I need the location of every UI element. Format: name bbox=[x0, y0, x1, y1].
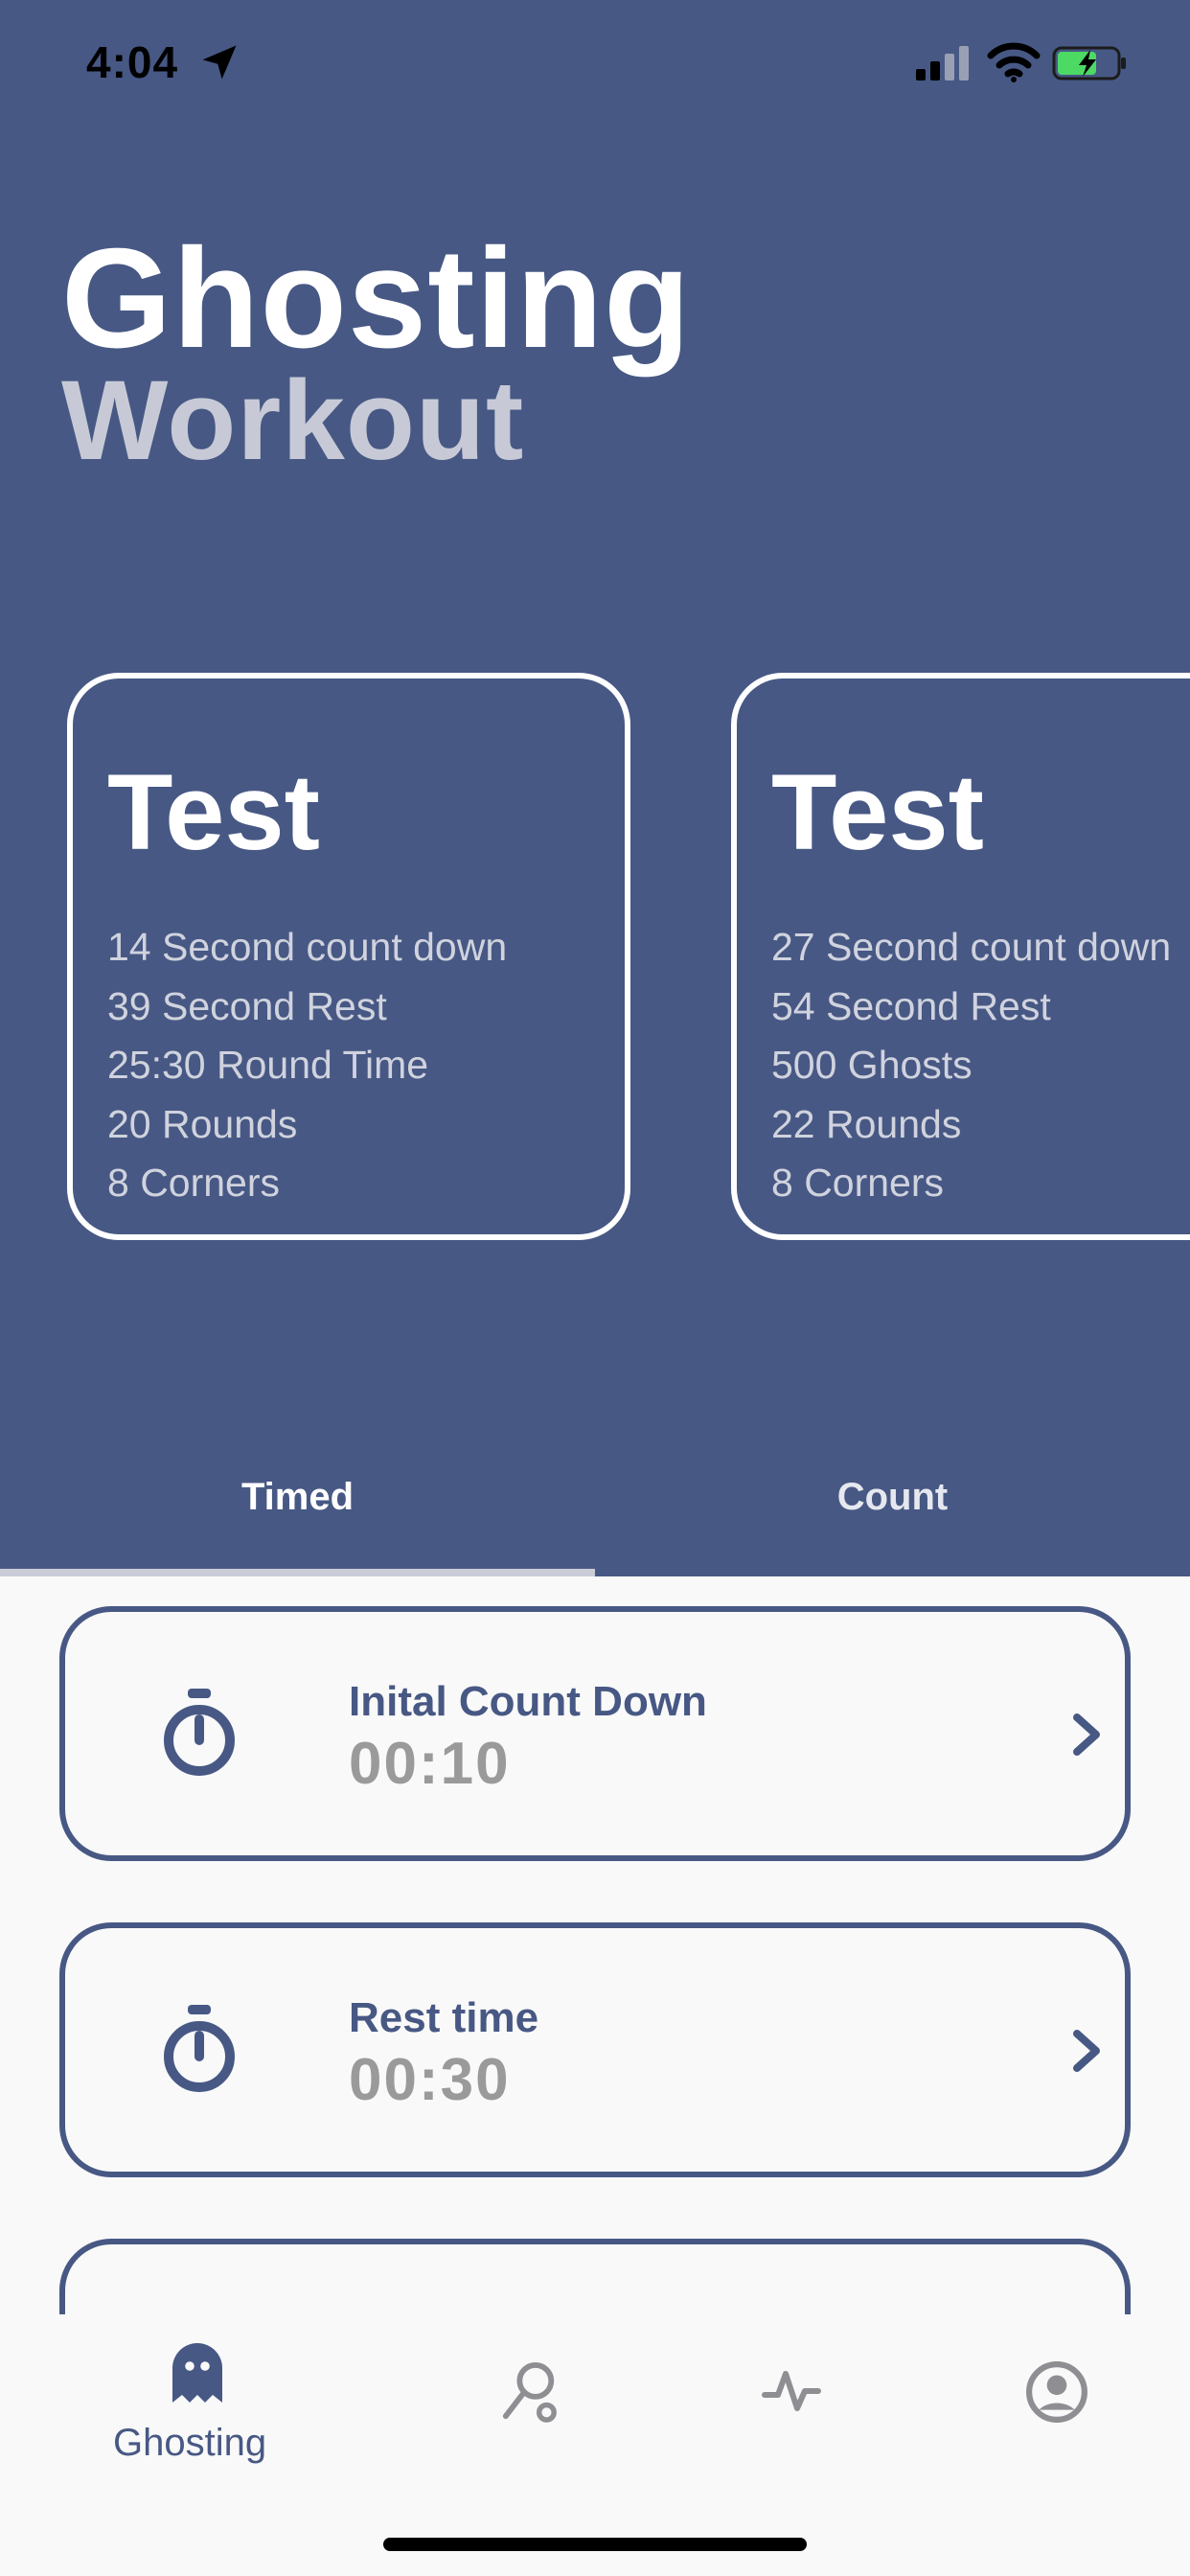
tab-count[interactable]: Count bbox=[595, 1476, 1190, 1519]
workout-card[interactable]: Test 14 Second count down 39 Second Rest… bbox=[67, 673, 630, 1240]
nav-item-ghosting[interactable]: Ghosting bbox=[0, 2314, 393, 2506]
workout-card-line: 54 Second Rest bbox=[771, 984, 1051, 1028]
setting-label: Rest time bbox=[349, 1994, 539, 2041]
workout-card-line: 20 Rounds bbox=[107, 1102, 298, 1146]
nav-item-search[interactable] bbox=[450, 2314, 613, 2506]
stopwatch-icon bbox=[164, 2005, 235, 2092]
activity-icon bbox=[762, 2371, 821, 2411]
page-title: Ghosting bbox=[61, 219, 692, 378]
workout-card-title: Test bbox=[107, 752, 320, 872]
search-icon bbox=[502, 2362, 557, 2423]
wifi-icon bbox=[987, 42, 1041, 82]
workout-card-line: 8 Corners bbox=[107, 1161, 281, 1205]
setting-value: 00:30 bbox=[349, 2047, 511, 2113]
nav-item-activity[interactable] bbox=[719, 2314, 872, 2506]
ghost-icon bbox=[172, 2343, 222, 2403]
nav-item-profile[interactable] bbox=[977, 2314, 1150, 2506]
workout-card-line: 39 Second Rest bbox=[107, 984, 387, 1028]
location-arrow-icon bbox=[202, 45, 237, 80]
battery-charging-icon bbox=[1052, 46, 1126, 80]
header-panel: 4:04 Ghosting Workout Test 14 Second cou… bbox=[0, 0, 1190, 1576]
workout-card-line: 22 Rounds bbox=[771, 1102, 962, 1146]
tab-timed[interactable]: Timed bbox=[0, 1476, 595, 1519]
setting-label: Inital Count Down bbox=[349, 1678, 707, 1725]
chevron-right-icon bbox=[1073, 2030, 1100, 2072]
profile-icon bbox=[1026, 2361, 1087, 2423]
workout-card-title: Test bbox=[771, 752, 984, 872]
cellular-signal-icon bbox=[916, 46, 969, 80]
status-time: 4:04 bbox=[86, 37, 179, 87]
workout-card-line: 14 Second count down bbox=[107, 925, 508, 969]
workout-card-line: 8 Corners bbox=[771, 1161, 945, 1205]
workout-card[interactable]: Test 27 Second count down 54 Second Rest… bbox=[731, 673, 1190, 1240]
home-indicator bbox=[383, 2538, 807, 2551]
workout-card-line: 500 Ghosts bbox=[771, 1043, 973, 1087]
setting-initial-countdown[interactable]: Inital Count Down 00:10 bbox=[59, 1606, 1131, 1861]
stopwatch-icon bbox=[164, 1689, 235, 1776]
setting-rest-time[interactable]: Rest time 00:30 bbox=[59, 1922, 1131, 2177]
page-subtitle: Workout bbox=[61, 357, 525, 484]
workout-card-line: 25:30 Round Time bbox=[107, 1043, 429, 1087]
nav-label-ghosting: Ghosting bbox=[113, 2422, 267, 2464]
workout-card-line: 27 Second count down bbox=[771, 925, 1172, 969]
setting-value: 00:10 bbox=[349, 1731, 511, 1797]
chevron-right-icon bbox=[1073, 1714, 1100, 1756]
tab-indicator bbox=[0, 1569, 595, 1576]
